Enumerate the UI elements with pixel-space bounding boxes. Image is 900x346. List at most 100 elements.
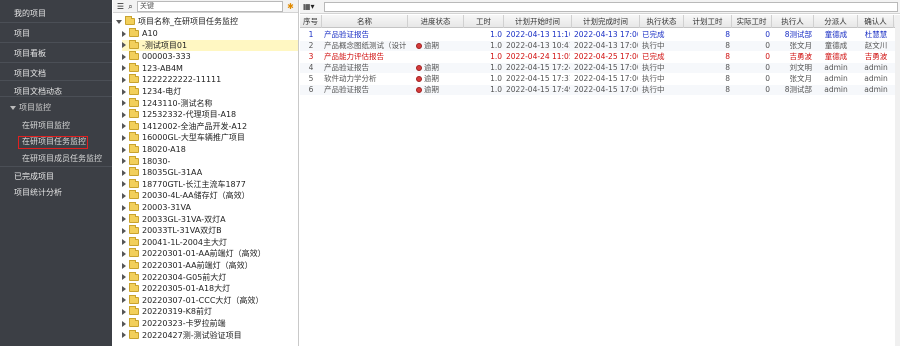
nav-item-6[interactable]: 在研项目监控 [0, 120, 112, 131]
tree-node[interactable]: A10 [122, 28, 298, 39]
columns-menu-icon[interactable]: ▦▾ [303, 2, 321, 12]
cell-text: admin [824, 63, 848, 72]
expand-arrow-icon[interactable] [122, 42, 126, 49]
tree-node[interactable]: 000003-333 [122, 51, 298, 62]
grid-toolbar: ▦▾ [300, 0, 900, 14]
expand-arrow-icon[interactable] [122, 88, 126, 95]
expand-arrow-icon[interactable] [122, 76, 126, 83]
nav-item-2[interactable]: 项目看板 [0, 48, 112, 59]
nav-item-0[interactable]: 我的项目 [0, 8, 112, 19]
tree-node[interactable]: 20220427测-测试验证项目 [122, 329, 298, 341]
vertical-scrollbar[interactable] [895, 15, 900, 346]
expand-arrow-icon[interactable] [122, 308, 126, 315]
expand-arrow-icon[interactable] [122, 53, 126, 60]
column-header[interactable]: 工时 [464, 15, 504, 28]
column-header[interactable]: 序号 [300, 15, 322, 28]
cell-state: 已完成 [642, 30, 682, 40]
expand-arrow-icon[interactable] [122, 134, 126, 141]
tree-node[interactable]: 20033GL-31VA-双灯A [122, 213, 298, 225]
expand-arrow-icon[interactable] [122, 285, 126, 292]
expand-arrow-icon[interactable] [122, 274, 126, 281]
cell-name: 软件动力学分析 [324, 74, 406, 84]
column-header[interactable]: 执行人 [772, 15, 814, 28]
tree-node[interactable]: 1222222222-11111 [122, 74, 298, 85]
table-row[interactable]: 3 产品能力评估报告 1.0 2022-04-24 11:05 2022-04-25 1… [300, 52, 900, 62]
nav-item-7[interactable]: 在研项目任务监控 [18, 136, 88, 149]
expand-arrow-icon[interactable] [122, 100, 126, 107]
tree-node[interactable]: 12532332-代理项目-A18 [122, 109, 298, 120]
expand-arrow-icon[interactable] [122, 65, 126, 72]
tree-node[interactable]: 20220301-AA前端灯（高效） [122, 260, 298, 271]
tree-search-input[interactable]: 关键 [137, 1, 283, 12]
cell-text: 2022-04-15 17:24 [506, 63, 570, 72]
tree-node[interactable]: 18020-A18 [122, 144, 298, 155]
table-row[interactable]: 4 产品验证报告 逾期 1.0 2022-04-15 17:24 2022-04-15 1… [300, 63, 900, 73]
expand-arrow-icon[interactable] [122, 320, 126, 327]
expand-arrow-icon[interactable] [122, 181, 126, 188]
tree-node[interactable]: 1243110-测试名称 [122, 97, 298, 109]
nav-item-8[interactable]: 在研项目成员任务监控 [0, 153, 112, 164]
tree-node[interactable]: 18770GTL-长江主流车1877 [122, 178, 298, 190]
tree-node[interactable]: 16000GL-大型车辆推广项目 [122, 132, 298, 143]
tree-node[interactable]: 20220319-K8前灯 [122, 306, 298, 317]
column-header[interactable]: 计划开始时间 [504, 15, 572, 28]
cell-progress: 逾期 [410, 85, 462, 95]
expand-arrow-icon[interactable] [122, 250, 126, 257]
tree-node[interactable]: 20220304-G05前大灯 [122, 271, 298, 283]
expand-arrow-icon[interactable] [122, 30, 126, 37]
expand-arrow-icon[interactable] [122, 169, 126, 176]
nav-item-1[interactable]: 项目 [0, 28, 112, 39]
table-row[interactable]: 2 产品概念图纸测试（设计） 逾期 1.0 2022-04-13 10:41 2022-0… [300, 41, 900, 51]
expand-arrow-icon[interactable] [122, 158, 126, 165]
tree-root[interactable]: 项目名称_在研项目任务监控 [116, 16, 238, 27]
column-header[interactable]: 确认人 [858, 15, 894, 28]
tree-node[interactable]: 20030-4L-AA储存灯（高效） [122, 190, 298, 201]
tree-node[interactable]: 18030- [122, 155, 298, 167]
cell-plan_h: 8 [686, 30, 730, 40]
expand-arrow-icon[interactable] [122, 332, 126, 339]
refresh-icon[interactable]: ✱ [286, 2, 295, 11]
column-header[interactable]: 进度状态 [408, 15, 464, 28]
tree-node[interactable]: 1412002-全油产品开发-A12 [122, 120, 298, 132]
tree-node[interactable]: -测试项目01 [122, 39, 298, 51]
expand-arrow-icon[interactable] [122, 297, 126, 304]
tree-node[interactable]: 123-AB4M [122, 62, 298, 74]
nav-item-10[interactable]: 项目统计分析 [0, 187, 112, 198]
nav-item-5[interactable]: 项目监控 [0, 102, 112, 113]
search-icon[interactable]: ⌕ [126, 2, 135, 11]
expand-arrow-icon[interactable] [116, 19, 122, 24]
column-header[interactable]: 执行状态 [640, 15, 684, 28]
column-header[interactable]: 计划完成时间 [572, 15, 640, 28]
expand-arrow-icon[interactable] [122, 239, 126, 246]
expand-arrow-icon[interactable] [122, 111, 126, 118]
expand-arrow-icon[interactable] [122, 262, 126, 269]
grid-filter-input[interactable] [324, 2, 898, 12]
column-header[interactable]: 实际工时 [732, 15, 772, 28]
table-row[interactable]: 5 软件动力学分析 逾期 1.0 2022-04-15 17:31 2022-04-15 … [300, 74, 900, 84]
table-row[interactable]: 1 产品验证报告 1.0 2022-04-13 11:10 2022-04-13 17:… [300, 30, 900, 40]
tree-node[interactable]: 20033TL-31VA双灯B [122, 225, 298, 236]
tree-node[interactable]: 20220301-01-AA前端灯（高效） [122, 248, 298, 259]
expand-arrow-icon[interactable] [122, 192, 126, 199]
expand-arrow-icon[interactable] [122, 146, 126, 153]
tree-node[interactable]: 20220305-01-A18大灯 [122, 283, 298, 294]
tree-node[interactable]: 20220323-卡罗拉前端 [122, 318, 298, 329]
nav-item-3[interactable]: 项目文档 [0, 68, 112, 79]
tree-node[interactable]: 20220307-01-CCC大灯（高效） [122, 294, 298, 306]
tree-menu-icon[interactable]: ☰ [116, 2, 125, 11]
tree-node[interactable]: 20003-31VA [122, 202, 298, 213]
expand-arrow-icon[interactable] [122, 227, 126, 234]
column-header[interactable]: 名称 [322, 15, 408, 28]
expand-arrow-icon[interactable] [122, 204, 126, 211]
expand-arrow-icon[interactable] [122, 123, 126, 130]
tree-node[interactable]: 18035GL-31AA [122, 167, 298, 178]
cell-no: 3 [302, 52, 320, 62]
tree-node[interactable]: 1234-电灯 [122, 86, 298, 97]
table-row[interactable]: 6 产品验证报告 逾期 1.0 2022-04-15 17:49 2022-04-15 1… [300, 85, 900, 95]
tree-node[interactable]: 20041-1L-2004主大灯 [122, 236, 298, 248]
column-header[interactable]: 分派人 [814, 15, 858, 28]
tree-node-label: 20033TL-31VA双灯B [142, 226, 222, 236]
nav-item-9[interactable]: 已完成项目 [0, 171, 112, 182]
expand-arrow-icon[interactable] [122, 216, 126, 223]
column-header[interactable]: 计划工时 [684, 15, 732, 28]
